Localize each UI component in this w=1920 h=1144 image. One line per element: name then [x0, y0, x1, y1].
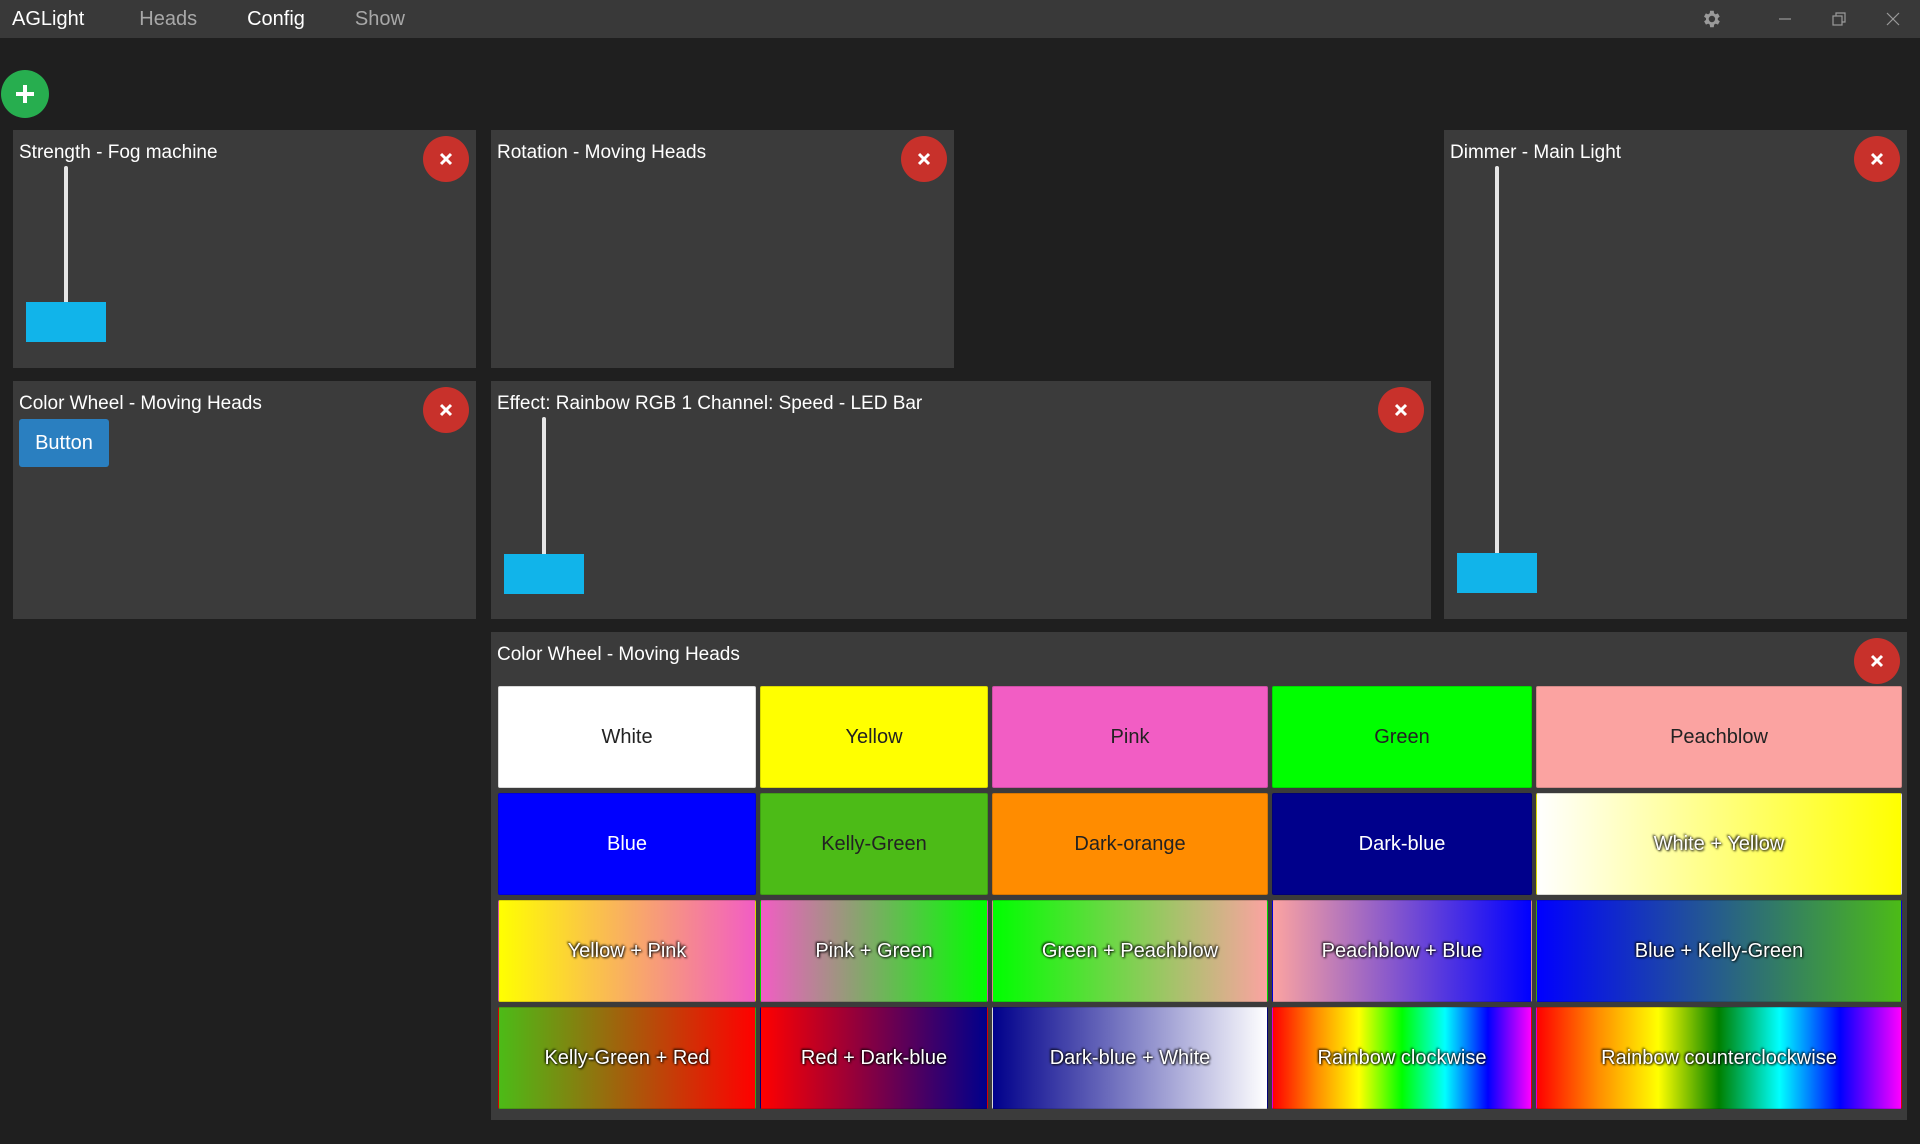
panel-dimmer: Dimmer - Main Light: [1444, 130, 1907, 619]
color-button-pink[interactable]: Pink: [992, 686, 1268, 788]
panel-color-wheel-button: Color Wheel - Moving Heads Button: [13, 381, 476, 619]
color-wheel-button[interactable]: Button: [19, 419, 109, 467]
panel-title: Color Wheel - Moving Heads: [497, 644, 740, 665]
nav-show[interactable]: Show: [355, 8, 405, 31]
color-grid: White Yellow Pink Green Peachblow Blue Kelly-G…: [498, 686, 1902, 1109]
color-button-dark-orange[interactable]: Dark-orange: [992, 793, 1268, 895]
color-button-rainbow-counterclockwise[interactable]: Rainbow counterclockwise: [1536, 1007, 1902, 1109]
color-button-green-peachblow[interactable]: Green + Peachblow: [992, 900, 1268, 1002]
panel-title: Effect: Rainbow RGB 1 Channel: Speed - L…: [497, 393, 923, 414]
gear-icon[interactable]: [1684, 0, 1738, 38]
color-button-peachblow[interactable]: Peachblow: [1536, 686, 1902, 788]
app-title: AGLight: [12, 7, 85, 30]
slider-thumb[interactable]: [26, 302, 106, 342]
color-button-dark-blue-white[interactable]: Dark-blue + White: [992, 1007, 1268, 1109]
color-button-yellow-pink[interactable]: Yellow + Pink: [498, 900, 756, 1002]
color-button-white-yellow[interactable]: White + Yellow: [1536, 793, 1902, 895]
add-panel-button[interactable]: [1, 70, 49, 118]
slider-track[interactable]: [1495, 166, 1499, 566]
color-button-red-dark-blue[interactable]: Red + Dark-blue: [760, 1007, 988, 1109]
color-button-green[interactable]: Green: [1272, 686, 1532, 788]
nav-config[interactable]: Config: [247, 8, 305, 31]
color-button-pink-green[interactable]: Pink + Green: [760, 900, 988, 1002]
color-button-white[interactable]: White: [498, 686, 756, 788]
color-button-rainbow-clockwise[interactable]: Rainbow clockwise: [1272, 1007, 1532, 1109]
nav-heads[interactable]: Heads: [139, 8, 197, 31]
x-icon: [917, 152, 931, 166]
x-icon: [439, 403, 453, 417]
minimize-icon[interactable]: [1758, 0, 1812, 38]
panel-title: Strength - Fog machine: [19, 142, 218, 163]
color-button-kelly-green[interactable]: Kelly-Green: [760, 793, 988, 895]
slider-track[interactable]: [542, 417, 546, 563]
panel-title: Dimmer - Main Light: [1450, 142, 1622, 163]
restore-icon[interactable]: [1812, 0, 1866, 38]
color-button-dark-blue[interactable]: Dark-blue: [1272, 793, 1532, 895]
color-button-blue-kelly-green[interactable]: Blue + Kelly-Green: [1536, 900, 1902, 1002]
remove-panel-button[interactable]: [1854, 136, 1900, 182]
panel-title: Color Wheel - Moving Heads: [19, 393, 262, 414]
remove-panel-button[interactable]: [1378, 387, 1424, 433]
panel-title: Rotation - Moving Heads: [497, 142, 707, 163]
color-button-peachblow-blue[interactable]: Peachblow + Blue: [1272, 900, 1532, 1002]
plus-icon: [16, 85, 34, 103]
x-icon: [1870, 654, 1884, 668]
remove-panel-button[interactable]: [423, 387, 469, 433]
title-bar: AGLight Heads Config Show: [0, 0, 1920, 38]
color-button-blue[interactable]: Blue: [498, 793, 756, 895]
close-icon[interactable]: [1866, 0, 1920, 38]
slider-thumb[interactable]: [504, 554, 584, 594]
window-controls: [1684, 0, 1920, 38]
remove-panel-button[interactable]: [423, 136, 469, 182]
panel-effect-rainbow: Effect: Rainbow RGB 1 Channel: Speed - L…: [491, 381, 1431, 619]
remove-panel-button[interactable]: [1854, 638, 1900, 684]
color-button-kelly-green-red[interactable]: Kelly-Green + Red: [498, 1007, 756, 1109]
remove-panel-button[interactable]: [901, 136, 947, 182]
x-icon: [1870, 152, 1884, 166]
panel-strength-fog: Strength - Fog machine: [13, 130, 476, 368]
color-button-yellow[interactable]: Yellow: [760, 686, 988, 788]
x-icon: [1394, 403, 1408, 417]
slider-thumb[interactable]: [1457, 553, 1537, 593]
slider-track[interactable]: [64, 166, 68, 312]
panel-rotation: Rotation - Moving Heads: [491, 130, 954, 368]
x-icon: [439, 152, 453, 166]
panel-color-wheel-grid: Color Wheel - Moving Heads White Yellow Pi…: [491, 632, 1907, 1120]
